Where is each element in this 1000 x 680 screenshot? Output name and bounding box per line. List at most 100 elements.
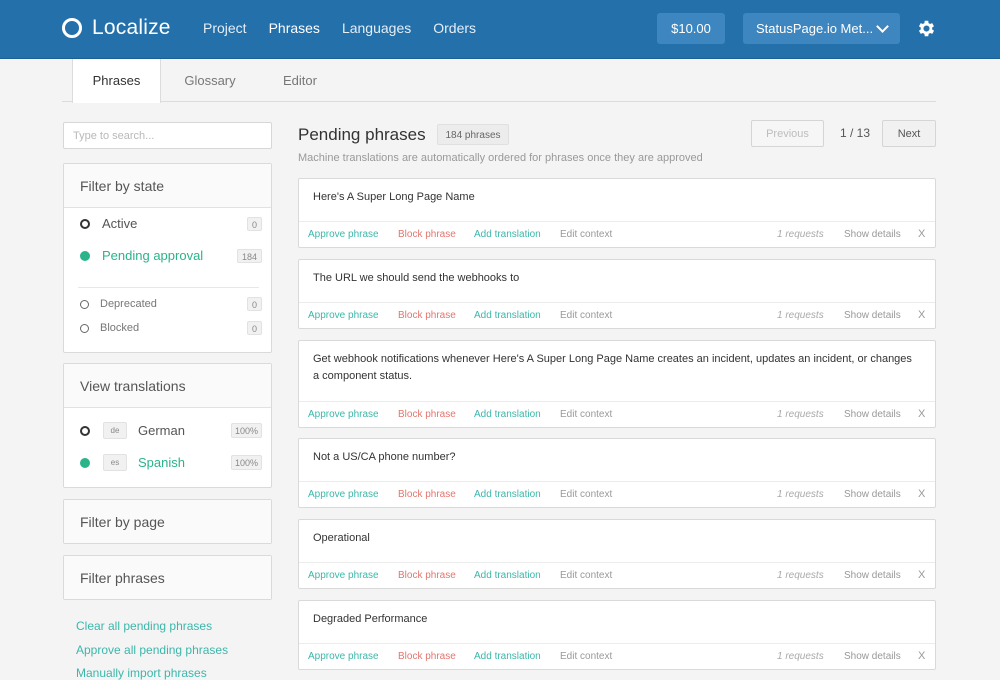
approve-phrase-link[interactable]: Approve phrase [308,310,379,321]
request-count: 1 requests [777,489,824,500]
phrase-text: Not a US/CA phone number? [313,451,456,463]
import-phrases-link[interactable]: Manually import phrases [76,666,207,680]
phrase-card: Here's A Super Long Page Name Approve phr… [298,178,936,248]
tab-editor[interactable]: Editor [265,59,335,102]
close-icon[interactable]: X [918,650,925,662]
tab-glossary[interactable]: Glossary [172,59,248,102]
filter-state-panel: Filter by state Active 0 Pending approva… [63,163,272,353]
add-translation-link[interactable]: Add translation [474,489,541,500]
lang-code: es [103,454,127,471]
phrase-text: Operational [313,532,370,544]
show-details-link[interactable]: Show details [844,229,901,240]
phrase-card: The URL we should send the webhooks to Ap… [298,259,936,329]
project-dropdown[interactable]: StatusPage.io Met... [743,13,900,44]
close-icon[interactable]: X [918,309,925,321]
request-count: 1 requests [777,651,824,662]
show-details-link[interactable]: Show details [844,570,901,581]
nav-phrases[interactable]: Phrases [269,20,320,36]
filter-phrases-panel[interactable]: Filter phrases [63,555,272,600]
show-details-link[interactable]: Show details [844,409,901,420]
search-input[interactable] [63,122,272,149]
add-translation-link[interactable]: Add translation [474,651,541,662]
close-icon[interactable]: X [918,228,925,240]
next-button[interactable]: Next [882,120,936,147]
add-translation-link[interactable]: Add translation [474,310,541,321]
add-translation-link[interactable]: Add translation [474,409,541,420]
previous-button[interactable]: Previous [751,120,824,147]
edit-context-link[interactable]: Edit context [560,570,612,581]
panel-title[interactable]: Filter by page [64,500,271,543]
panel-title[interactable]: View translations [64,364,271,408]
phrase-text: Here's A Super Long Page Name [313,191,475,203]
page-indicator: 1 / 13 [840,126,871,140]
add-translation-link[interactable]: Add translation [474,570,541,581]
brand-logo[interactable]: Localize [62,16,171,40]
page-subtitle: Machine translations are automatically o… [298,152,703,164]
block-phrase-link[interactable]: Block phrase [398,310,456,321]
edit-context-link[interactable]: Edit context [560,409,612,420]
balance-button[interactable]: $10.00 [657,13,725,44]
approve-all-link[interactable]: Approve all pending phrases [76,643,228,657]
approve-phrase-link[interactable]: Approve phrase [308,570,379,581]
translations-panel: View translations de German 100% es Span… [63,363,272,488]
radio-empty-icon [80,426,90,436]
nav-orders[interactable]: Orders [433,20,476,36]
page-title: Pending phrases [298,125,426,144]
approve-phrase-link[interactable]: Approve phrase [308,409,379,420]
close-icon[interactable]: X [918,488,925,500]
edit-context-link[interactable]: Edit context [560,489,612,500]
block-phrase-link[interactable]: Block phrase [398,489,456,500]
subtab-bar: Phrases Glossary Editor [62,59,936,103]
block-phrase-link[interactable]: Block phrase [398,229,456,240]
request-count: 1 requests [777,229,824,240]
phrase-card: Not a US/CA phone number? Approve phrase B… [298,438,936,508]
lang-percent: 100% [230,423,262,438]
show-details-link[interactable]: Show details [844,310,901,321]
edit-context-link[interactable]: Edit context [560,651,612,662]
close-icon[interactable]: X [918,569,925,581]
approve-phrase-link[interactable]: Approve phrase [308,489,379,500]
state-count: 0 [246,321,262,335]
edit-context-link[interactable]: Edit context [560,310,612,321]
clear-pending-link[interactable]: Clear all pending phrases [76,619,212,633]
divider [78,287,259,288]
approve-phrase-link[interactable]: Approve phrase [308,229,379,240]
approve-phrase-link[interactable]: Approve phrase [308,651,379,662]
main-nav: Project Phrases Languages Orders [203,20,498,36]
radio-empty-icon [80,219,90,229]
request-count: 1 requests [777,310,824,321]
phrase-count-badge: 184 phrases [437,124,509,145]
radio-filled-icon [80,458,90,468]
nav-project[interactable]: Project [203,20,247,36]
close-icon[interactable]: X [918,408,925,420]
filter-page-panel[interactable]: Filter by page [63,499,272,544]
top-navbar: Localize Project Phrases Languages Order… [0,0,1000,59]
edit-context-link[interactable]: Edit context [560,229,612,240]
phrase-actions: Approve phrase Block phrase Add translatio… [299,401,935,427]
radio-empty-icon [80,300,89,309]
nav-languages[interactable]: Languages [342,20,411,36]
block-phrase-link[interactable]: Block phrase [398,651,456,662]
phrase-card: Get webhook notifications whenever Here'… [298,340,936,428]
block-phrase-link[interactable]: Block phrase [398,570,456,581]
panel-title[interactable]: Filter phrases [64,556,271,599]
phrase-actions: Approve phrase Block phrase Add translatio… [299,221,935,247]
show-details-link[interactable]: Show details [844,651,901,662]
ring-icon [62,18,82,38]
tab-phrases[interactable]: Phrases [72,59,161,103]
project-name: StatusPage.io Met... [756,21,874,36]
phrase-actions: Approve phrase Block phrase Add translatio… [299,481,935,507]
gear-icon[interactable] [916,18,937,39]
brand-name: Localize [92,16,171,39]
request-count: 1 requests [777,409,824,420]
lang-code: de [103,422,127,439]
block-phrase-link[interactable]: Block phrase [398,409,456,420]
request-count: 1 requests [777,570,824,581]
add-translation-link[interactable]: Add translation [474,229,541,240]
panel-title[interactable]: Filter by state [64,164,271,208]
phrase-actions: Approve phrase Block phrase Add translatio… [299,643,935,669]
show-details-link[interactable]: Show details [844,489,901,500]
state-label: Deprecated [100,298,157,310]
chevron-down-icon [876,20,889,33]
phrase-actions: Approve phrase Block phrase Add translatio… [299,562,935,588]
